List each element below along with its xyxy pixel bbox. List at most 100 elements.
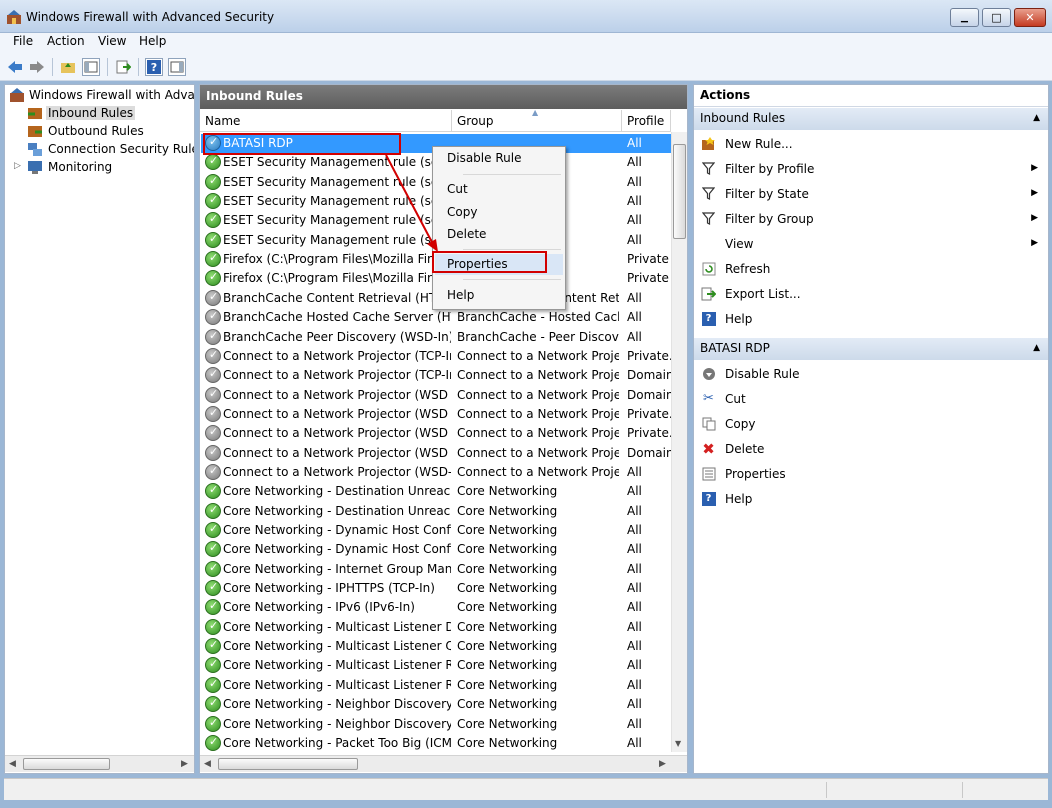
- context-menu: Disable Rule Cut Copy Delete Properties …: [432, 146, 566, 310]
- ctx-delete[interactable]: Delete: [435, 224, 563, 245]
- table-row[interactable]: Connect to a Network Projector (TCP-In) C…: [201, 347, 671, 366]
- table-row[interactable]: Connect to a Network Projector (WSD Ev..…: [201, 405, 671, 424]
- scroll-right-icon[interactable]: ▶: [181, 759, 188, 769]
- table-row[interactable]: Core Networking - Multicast Listener Rep…: [201, 676, 671, 695]
- action-export-list[interactable]: Export List...: [694, 283, 1048, 305]
- cell-name: ESET Security Management rule (service): [223, 213, 451, 228]
- export-list-icon[interactable]: [114, 58, 132, 76]
- menu-view[interactable]: View: [98, 34, 126, 48]
- up-folder-icon[interactable]: [59, 58, 77, 76]
- table-row[interactable]: Core Networking - Destination Unreacha..…: [201, 482, 671, 501]
- action-copy[interactable]: Copy: [694, 413, 1048, 435]
- ctx-help[interactable]: Help: [435, 285, 563, 306]
- expand-icon[interactable]: ▷: [14, 161, 21, 171]
- table-row[interactable]: Core Networking - IPv6 (IPv6-In) Core Net…: [201, 598, 671, 617]
- rule-enabled-icon: [205, 231, 221, 248]
- scroll-right-icon[interactable]: ▶: [659, 759, 666, 769]
- submenu-arrow-icon: ▶: [1031, 163, 1038, 173]
- action-help[interactable]: ? Help: [694, 308, 1048, 330]
- tree-item-outbound-rules[interactable]: Outbound Rules: [5, 122, 194, 140]
- table-row[interactable]: Core Networking - Multicast Listener Qu.…: [201, 637, 671, 656]
- show-hide-console-tree-icon[interactable]: [82, 58, 100, 76]
- cell-profile: All: [627, 136, 642, 150]
- action-label: Filter by Profile: [725, 162, 815, 176]
- minimize-button[interactable]: ▁: [950, 8, 979, 27]
- cell-profile: Private: [627, 252, 669, 267]
- actions-section-batasi-rdp[interactable]: BATASI RDP ▲: [694, 338, 1048, 360]
- scroll-left-icon[interactable]: ◀: [204, 759, 211, 769]
- cell-profile: All: [627, 561, 642, 576]
- table-row[interactable]: Connect to a Network Projector (WSD-In) C…: [201, 463, 671, 482]
- tree-item-monitoring[interactable]: ▷ Monitoring: [5, 158, 194, 176]
- collapse-icon[interactable]: ▲: [1033, 343, 1040, 353]
- cell-name: Firefox (C:\Program Files\Mozilla Firefo…: [223, 252, 451, 267]
- tree-item-inbound-rules[interactable]: Inbound Rules: [5, 104, 194, 122]
- table-row[interactable]: Core Networking - Dynamic Host Config...…: [201, 521, 671, 540]
- table-row[interactable]: Core Networking - Multicast Listener Do.…: [201, 618, 671, 637]
- tree-root[interactable]: Windows Firewall with Advanced Security …: [5, 86, 194, 104]
- cell-group: Connect to a Network Proje...: [457, 426, 619, 441]
- rules-vertical-scrollbar[interactable]: ▼: [671, 132, 687, 752]
- table-row[interactable]: Connect to a Network Projector (WSD Ev..…: [201, 386, 671, 405]
- action-filter-by-group[interactable]: Filter by Group ▶: [694, 208, 1048, 230]
- scroll-left-icon[interactable]: ◀: [9, 759, 16, 769]
- scrollbar-thumb[interactable]: [23, 758, 110, 770]
- table-row[interactable]: BranchCache Hosted Cache Server (HTT... B…: [201, 308, 671, 327]
- action-cut[interactable]: ✂ Cut: [694, 388, 1048, 410]
- action-filter-by-state[interactable]: Filter by State ▶: [694, 183, 1048, 205]
- menu-action[interactable]: Action: [47, 34, 85, 48]
- close-button[interactable]: ✕: [1014, 8, 1046, 27]
- table-row[interactable]: Core Networking - Destination Unreacha..…: [201, 502, 671, 521]
- back-icon[interactable]: [6, 58, 24, 76]
- table-row[interactable]: Core Networking - Dynamic Host Config...…: [201, 540, 671, 559]
- ctx-disable-rule[interactable]: Disable Rule: [435, 148, 563, 169]
- column-header-profile[interactable]: Profile: [622, 110, 671, 132]
- table-row[interactable]: Core Networking - IPHTTPS (TCP-In) Core N…: [201, 579, 671, 598]
- forward-icon[interactable]: [28, 58, 46, 76]
- action-delete[interactable]: ✖ Delete: [694, 438, 1048, 460]
- action-filter-by-profile[interactable]: Filter by Profile ▶: [694, 158, 1048, 180]
- actions-section-inbound-rules[interactable]: Inbound Rules ▲: [694, 108, 1048, 130]
- action-disable-rule[interactable]: Disable Rule: [694, 363, 1048, 385]
- table-row[interactable]: Core Networking - Neighbor Discovery S..…: [201, 715, 671, 734]
- table-row[interactable]: Connect to a Network Projector (WSD Ev..…: [201, 444, 671, 463]
- table-row[interactable]: Core Networking - Packet Too Big (ICMP..…: [201, 734, 671, 753]
- scrollbar-thumb[interactable]: [673, 144, 686, 239]
- action-new-rule[interactable]: New Rule...: [694, 133, 1048, 155]
- table-row[interactable]: Connect to a Network Projector (WSD Ev..…: [201, 424, 671, 443]
- column-header-name[interactable]: Name: [200, 110, 452, 132]
- pane-title: Inbound Rules: [200, 85, 687, 109]
- cell-profile: All: [627, 503, 642, 518]
- rules-horizontal-scrollbar[interactable]: ◀ ▶: [200, 755, 687, 772]
- scrollbar-thumb[interactable]: [218, 758, 358, 770]
- table-row[interactable]: Core Networking - Multicast Listener Rep…: [201, 656, 671, 675]
- cell-profile: All: [627, 174, 642, 189]
- action-view[interactable]: View ▶: [694, 233, 1048, 255]
- tree-horizontal-scrollbar[interactable]: ◀ ▶: [5, 755, 194, 772]
- cell-name: Core Networking - Neighbor Discovery A..…: [223, 697, 451, 712]
- cell-profile: All: [627, 484, 642, 499]
- tree-item-connection-security-rules[interactable]: Connection Security Rules: [5, 140, 194, 158]
- table-row[interactable]: Core Networking - Neighbor Discovery A..…: [201, 695, 671, 714]
- ctx-copy[interactable]: Copy: [435, 202, 563, 223]
- table-row[interactable]: BranchCache Peer Discovery (WSD-In) Branc…: [201, 328, 671, 347]
- collapse-icon[interactable]: ▲: [1033, 113, 1040, 123]
- action-properties[interactable]: Properties: [694, 463, 1048, 485]
- rule-enabled-icon: [205, 696, 221, 713]
- cell-name: Connect to a Network Projector (WSD-In): [223, 464, 451, 479]
- maximize-button[interactable]: □: [982, 8, 1011, 27]
- menu-help[interactable]: Help: [139, 34, 166, 48]
- action-label: Filter by State: [725, 187, 809, 201]
- action-help[interactable]: ? Help: [694, 488, 1048, 510]
- cell-name: Core Networking - Neighbor Discovery S..…: [223, 716, 451, 731]
- ctx-cut[interactable]: Cut: [435, 179, 563, 200]
- action-refresh[interactable]: Refresh: [694, 258, 1048, 280]
- table-row[interactable]: Connect to a Network Projector (TCP-In) C…: [201, 366, 671, 385]
- show-hide-action-pane-icon[interactable]: [168, 58, 186, 76]
- table-row[interactable]: Core Networking - Internet Group Mana...…: [201, 560, 671, 579]
- scroll-down-icon[interactable]: ▼: [675, 739, 681, 748]
- column-header-group[interactable]: Group ▲: [452, 108, 622, 132]
- menu-file[interactable]: File: [13, 34, 33, 48]
- help-icon[interactable]: ?: [145, 58, 163, 76]
- rule-enabled-icon: [205, 251, 221, 268]
